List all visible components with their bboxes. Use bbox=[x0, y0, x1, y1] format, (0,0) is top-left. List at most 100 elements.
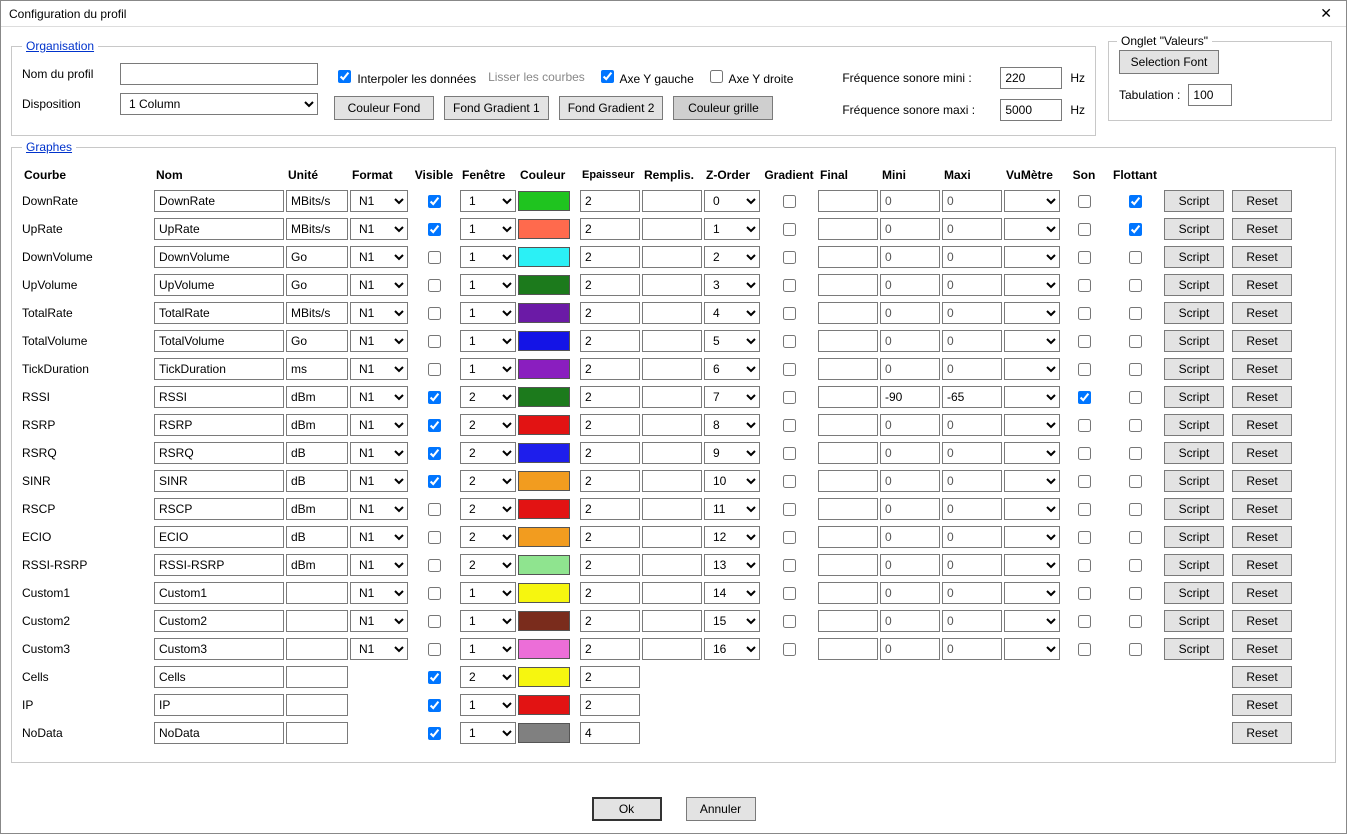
curve-format-select[interactable]: N1 bbox=[350, 246, 408, 268]
curve-mini-input[interactable] bbox=[880, 470, 940, 492]
curve-zorder-select[interactable]: 6 bbox=[704, 358, 760, 380]
curve-sound-checkbox[interactable] bbox=[1078, 307, 1091, 320]
curve-reset-button[interactable]: Reset bbox=[1232, 638, 1292, 660]
curve-window-select[interactable]: 1 bbox=[460, 358, 516, 380]
curve-maxi-input[interactable] bbox=[942, 526, 1002, 548]
curve-gradient-checkbox[interactable] bbox=[783, 615, 796, 628]
curve-visible-checkbox[interactable] bbox=[428, 251, 441, 264]
curve-unit-input[interactable] bbox=[286, 386, 348, 408]
curve-mini-input[interactable] bbox=[880, 582, 940, 604]
curve-window-select[interactable]: 1 bbox=[460, 246, 516, 268]
curve-name-input[interactable] bbox=[154, 302, 284, 324]
curve-final-input[interactable] bbox=[818, 582, 878, 604]
curve-reset-button[interactable]: Reset bbox=[1232, 386, 1292, 408]
curve-format-select[interactable]: N1 bbox=[350, 610, 408, 632]
curve-script-button[interactable]: Script bbox=[1164, 470, 1224, 492]
curve-gradient-checkbox[interactable] bbox=[783, 447, 796, 460]
curve-color-swatch[interactable] bbox=[518, 471, 570, 491]
curve-visible-checkbox[interactable] bbox=[428, 279, 441, 292]
curve-unit-input[interactable] bbox=[286, 554, 348, 576]
curve-thickness-input[interactable] bbox=[580, 694, 640, 716]
curve-vumeter-select[interactable] bbox=[1004, 302, 1060, 324]
curve-final-input[interactable] bbox=[818, 358, 878, 380]
curve-float-checkbox[interactable] bbox=[1129, 615, 1142, 628]
curve-fill-input[interactable] bbox=[642, 554, 702, 576]
curve-reset-button[interactable]: Reset bbox=[1232, 442, 1292, 464]
curve-visible-checkbox[interactable] bbox=[428, 587, 441, 600]
curve-final-input[interactable] bbox=[818, 498, 878, 520]
curve-mini-input[interactable] bbox=[880, 386, 940, 408]
curve-script-button[interactable]: Script bbox=[1164, 610, 1224, 632]
curve-format-select[interactable]: N1 bbox=[350, 386, 408, 408]
curve-reset-button[interactable]: Reset bbox=[1232, 274, 1292, 296]
curve-format-select[interactable]: N1 bbox=[350, 330, 408, 352]
curve-format-select[interactable]: N1 bbox=[350, 274, 408, 296]
curve-fill-input[interactable] bbox=[642, 638, 702, 660]
curve-format-select[interactable]: N1 bbox=[350, 358, 408, 380]
curve-name-input[interactable] bbox=[154, 498, 284, 520]
curve-maxi-input[interactable] bbox=[942, 302, 1002, 324]
curve-reset-button[interactable]: Reset bbox=[1232, 610, 1292, 632]
curve-sound-checkbox[interactable] bbox=[1078, 363, 1091, 376]
curve-float-checkbox[interactable] bbox=[1129, 195, 1142, 208]
curve-zorder-select[interactable]: 15 bbox=[704, 610, 760, 632]
curve-gradient-checkbox[interactable] bbox=[783, 391, 796, 404]
curve-script-button[interactable]: Script bbox=[1164, 582, 1224, 604]
curve-fill-input[interactable] bbox=[642, 274, 702, 296]
curve-zorder-select[interactable]: 4 bbox=[704, 302, 760, 324]
curve-fill-input[interactable] bbox=[642, 414, 702, 436]
curve-vumeter-select[interactable] bbox=[1004, 414, 1060, 436]
curve-unit-input[interactable] bbox=[286, 442, 348, 464]
curve-name-input[interactable] bbox=[154, 414, 284, 436]
curve-float-checkbox[interactable] bbox=[1129, 335, 1142, 348]
curve-script-button[interactable]: Script bbox=[1164, 442, 1224, 464]
curve-visible-checkbox[interactable] bbox=[428, 559, 441, 572]
curve-reset-button[interactable]: Reset bbox=[1232, 666, 1292, 688]
curve-unit-input[interactable] bbox=[286, 330, 348, 352]
curve-color-swatch[interactable] bbox=[518, 247, 570, 267]
curve-sound-checkbox[interactable] bbox=[1078, 615, 1091, 628]
curve-reset-button[interactable]: Reset bbox=[1232, 470, 1292, 492]
tabulation-input[interactable] bbox=[1188, 84, 1232, 106]
curve-unit-input[interactable] bbox=[286, 722, 348, 744]
curve-gradient-checkbox[interactable] bbox=[783, 363, 796, 376]
curve-window-select[interactable]: 1 bbox=[460, 610, 516, 632]
curve-name-input[interactable] bbox=[154, 694, 284, 716]
curve-maxi-input[interactable] bbox=[942, 358, 1002, 380]
curve-color-swatch[interactable] bbox=[518, 723, 570, 743]
curve-format-select[interactable]: N1 bbox=[350, 218, 408, 240]
curve-visible-checkbox[interactable] bbox=[428, 699, 441, 712]
curve-name-input[interactable] bbox=[154, 526, 284, 548]
curve-window-select[interactable]: 1 bbox=[460, 582, 516, 604]
curve-color-swatch[interactable] bbox=[518, 443, 570, 463]
curve-format-select[interactable]: N1 bbox=[350, 470, 408, 492]
curve-name-input[interactable] bbox=[154, 470, 284, 492]
curve-name-input[interactable] bbox=[154, 554, 284, 576]
curve-script-button[interactable]: Script bbox=[1164, 274, 1224, 296]
curve-window-select[interactable]: 1 bbox=[460, 218, 516, 240]
curve-thickness-input[interactable] bbox=[580, 722, 640, 744]
curve-window-select[interactable]: 2 bbox=[460, 470, 516, 492]
curve-thickness-input[interactable] bbox=[580, 386, 640, 408]
curve-thickness-input[interactable] bbox=[580, 470, 640, 492]
curve-maxi-input[interactable] bbox=[942, 246, 1002, 268]
curve-vumeter-select[interactable] bbox=[1004, 274, 1060, 296]
curve-mini-input[interactable] bbox=[880, 442, 940, 464]
curve-visible-checkbox[interactable] bbox=[428, 223, 441, 236]
curve-thickness-input[interactable] bbox=[580, 554, 640, 576]
curve-visible-checkbox[interactable] bbox=[428, 531, 441, 544]
curve-thickness-input[interactable] bbox=[580, 218, 640, 240]
curve-float-checkbox[interactable] bbox=[1129, 503, 1142, 516]
curve-mini-input[interactable] bbox=[880, 610, 940, 632]
curve-visible-checkbox[interactable] bbox=[428, 391, 441, 404]
curve-float-checkbox[interactable] bbox=[1129, 531, 1142, 544]
curve-visible-checkbox[interactable] bbox=[428, 503, 441, 516]
curve-format-select[interactable]: N1 bbox=[350, 554, 408, 576]
curve-zorder-select[interactable]: 13 bbox=[704, 554, 760, 576]
curve-unit-input[interactable] bbox=[286, 414, 348, 436]
curve-fill-input[interactable] bbox=[642, 386, 702, 408]
curve-script-button[interactable]: Script bbox=[1164, 246, 1224, 268]
curve-maxi-input[interactable] bbox=[942, 414, 1002, 436]
curve-reset-button[interactable]: Reset bbox=[1232, 582, 1292, 604]
curve-maxi-input[interactable] bbox=[942, 554, 1002, 576]
